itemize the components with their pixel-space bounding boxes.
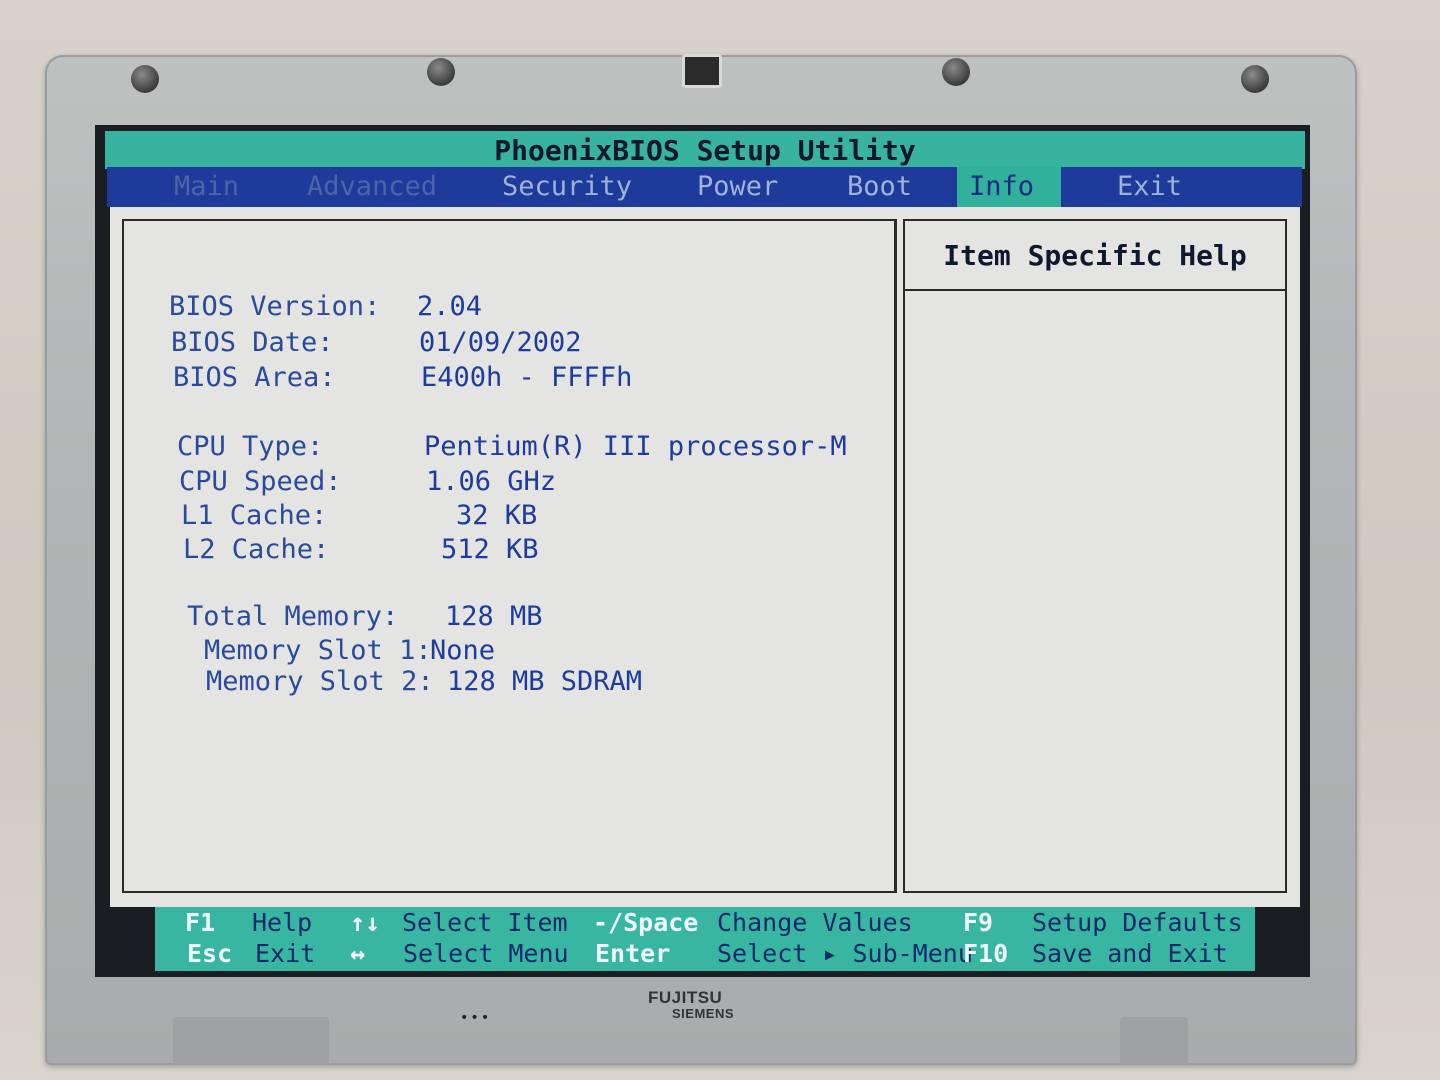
help-panel: Item Specific Help [903,219,1287,893]
help-title: Item Specific Help [905,221,1285,291]
brand-logo: FUJITSU SIEMENS [648,988,735,1022]
screw-icon [1241,65,1269,93]
tab-main[interactable]: Main [162,167,251,207]
hinge-right [1120,1017,1188,1065]
bios-title: PhoenixBIOS Setup Utility [105,131,1305,169]
l2-cache-value: 512 KB [441,534,539,565]
key-leftright-desc: Select Menu [403,939,569,968]
bios-date-value: 01/09/2002 [419,327,582,358]
key-f10-desc: Save and Exit [1032,939,1228,968]
bios-area-label: BIOS Area: [173,362,336,393]
key-f10: F10 [963,939,1009,968]
memory-slot-2-value: 128 MB SDRAM [447,666,643,697]
brand-fujitsu: FUJITSU [648,988,723,1007]
memory-slot-1-value: None [430,635,496,666]
key-space: -/Space [593,908,699,937]
menu-bar: Main Advanced Security Power Boot Info E… [107,167,1302,207]
key-updown: ↑↓ [350,908,381,937]
memory-slot-2-label: Memory Slot 2: [206,666,434,697]
tab-security[interactable]: Security [490,167,644,207]
tab-advanced[interactable]: Advanced [295,167,449,207]
key-space-desc: Change Values [717,908,913,937]
bios-version-value: 2.04 [417,291,483,322]
key-updown-desc: Select Item [402,908,568,937]
memory-slot-1-label: Memory Slot 1: [204,635,432,666]
key-f1-desc: Help [252,908,313,937]
hinge-left [173,1017,329,1065]
key-f9: F9 [963,908,994,937]
key-esc-desc: Exit [255,939,316,968]
tab-exit[interactable]: Exit [1105,167,1194,207]
screw-icon [427,58,455,86]
content-area: BIOS Version: 2.04 BIOS Date: 01/09/2002… [110,207,1300,907]
key-legend: F1 Help ↑↓ Select Item -/Space Change Va… [155,907,1255,971]
screw-icon [942,58,970,86]
bios-area-value: E400h - FFFFh [421,362,633,393]
cpu-type-label: CPU Type: [177,431,324,462]
cpu-speed-label: CPU Speed: [179,466,342,497]
key-f1: F1 [185,908,216,937]
screw-icon [131,65,159,93]
l1-cache-value: 32 KB [456,500,538,531]
total-memory-value: 128 MB [445,601,543,632]
tab-boot[interactable]: Boot [835,167,924,207]
l1-cache-label: L1 Cache: [181,500,328,531]
info-panel: BIOS Version: 2.04 BIOS Date: 01/09/2002… [122,219,897,893]
cpu-type-value: Pentium(R) III processor-M [424,431,847,462]
key-enter: Enter [595,939,671,968]
key-enter-desc: Select ▸ Sub-Menu [717,939,973,968]
status-led-dots: ••• [460,1010,492,1026]
key-f9-desc: Setup Defaults [1032,908,1243,937]
key-leftright: ↔ [350,939,366,968]
l2-cache-label: L2 Cache: [183,534,330,565]
key-esc: Esc [187,939,233,968]
total-memory-label: Total Memory: [187,601,399,632]
cpu-speed-value: 1.06 GHz [426,466,557,497]
tab-power[interactable]: Power [685,167,790,207]
bios-version-label: BIOS Version: [169,291,381,322]
lid-latch [682,54,722,88]
brand-siemens: SIEMENS [672,1006,735,1021]
bios-date-label: BIOS Date: [171,327,334,358]
bios-screen: PhoenixBIOS Setup Utility Main Advanced … [95,125,1310,977]
tab-info[interactable]: Info [957,167,1061,207]
